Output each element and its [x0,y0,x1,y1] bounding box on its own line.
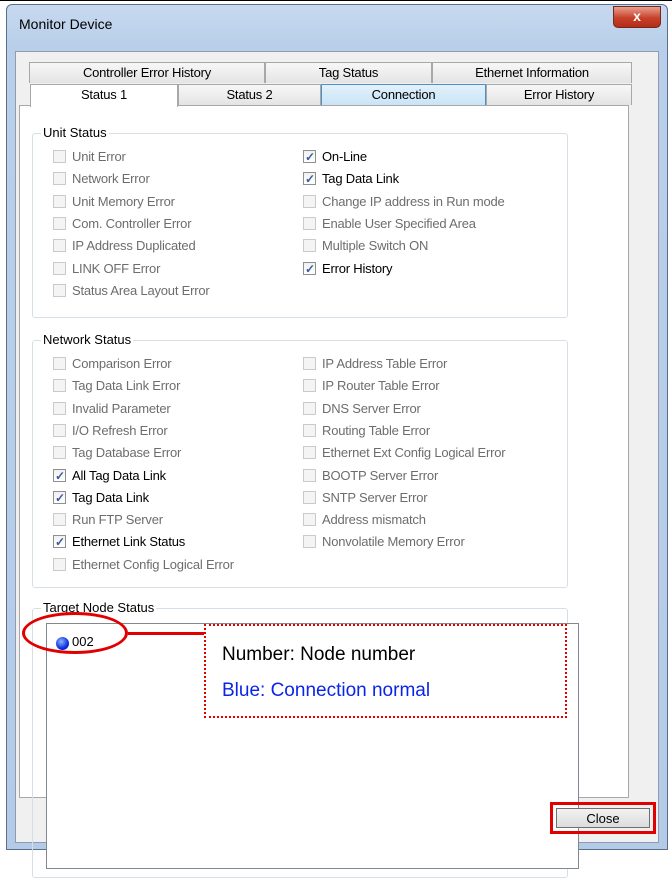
checkbox-label: Change IP address in Run mode [322,193,505,209]
tab-status-2[interactable]: Status 2 [178,84,321,105]
checkbox-box[interactable] [303,379,316,393]
checkbox-label: Status Area Layout Error [72,282,210,298]
checkbox-label: Multiple Switch ON [322,238,429,254]
checkbox-box[interactable] [53,557,66,571]
checkbox-label: IP Address Table Error [322,356,448,371]
tab-label: Ethernet Information [475,65,589,80]
checkbox-box[interactable] [53,489,66,507]
network-status-group: Network Status Comparison Error Tag Data … [32,332,568,588]
tab-connection[interactable]: Connection [321,84,486,105]
checkbox-label: I/O Refresh Error [72,422,168,438]
checkbox-box[interactable] [303,401,316,415]
checkbox-label: Com. Controller Error [72,215,192,231]
checkbox-label: Enable User Specified Area [322,215,476,231]
checkbox-box[interactable] [303,239,316,253]
top-border [0,0,672,1]
checkbox-box[interactable] [303,423,316,437]
checkbox-box[interactable] [53,379,66,393]
title-bar[interactable]: Monitor Device x [7,5,667,43]
checkbox-box[interactable] [303,170,316,188]
close-button-label: Close [586,811,620,826]
checkbox-label: Ethernet Config Logical Error [72,556,234,572]
checkbox-label: Tag Data Link [322,171,399,187]
checkbox-box[interactable] [53,150,66,163]
callout-connection-text: Blue: Connection normal [222,680,431,701]
checkbox-box[interactable] [53,172,66,186]
checkbox-box[interactable] [53,401,66,415]
checkbox-label: BOOTP Server Error [322,467,439,483]
close-button[interactable]: Close [556,808,650,828]
checkbox-box[interactable] [53,216,66,230]
network-status-title: Network Status [41,332,134,347]
tab-label: Status 2 [226,87,273,102]
checkbox-box[interactable] [53,423,66,437]
checkbox-label: Invalid Parameter [72,400,171,416]
window-title: Monitor Device [19,16,113,32]
checkbox-box[interactable] [53,283,66,297]
unit-status-title: Unit Status [41,125,109,140]
checkbox-label: Address mismatch [322,512,426,528]
tab-label: Tag Status [318,65,379,80]
checkbox-label: Unit Memory Error [72,193,175,209]
checkbox-box[interactable] [303,513,316,527]
checkbox-label: SNTP Server Error [322,489,428,505]
checkbox-box[interactable] [303,446,316,460]
checkbox-box[interactable] [53,467,66,485]
checkbox-label: IP Address Duplicated [72,238,196,254]
tab-ethernet-information[interactable]: Ethernet Information [432,62,632,83]
checkbox-box[interactable] [53,194,66,208]
checkbox-box[interactable] [53,239,66,253]
checkbox-label: Nonvolatile Memory Error [322,534,465,550]
callout-connector [128,632,204,635]
unit-status-group: Unit Status Unit Error Network Error Unit … [32,125,568,318]
checkbox-label: LINK OFF Error [72,260,161,276]
tab-error-history[interactable]: Error History [486,84,632,105]
checkbox-label: IP Router Table Error [322,378,440,394]
checkbox-label: Unit Error [72,149,126,164]
checkbox-box[interactable] [303,194,316,208]
annotation-callout: Number: Node number Blue: Connection nor… [204,624,567,718]
tab-tag-status[interactable]: Tag Status [265,62,432,83]
checkbox-box[interactable] [53,446,66,460]
close-button-highlight: Close [550,802,656,834]
checkbox-label: Ethernet Link Status [72,534,186,550]
checkbox-box[interactable] [303,148,316,166]
checkbox-label: Tag Data Link [72,489,149,505]
checkbox-label: Comparison Error [72,356,172,371]
checkbox-box[interactable] [303,535,316,549]
checkbox-box[interactable] [303,357,316,370]
tab-label: Error History [523,87,595,102]
checkbox-box[interactable] [303,216,316,230]
checkbox-box[interactable] [53,261,66,275]
checkbox-box[interactable] [303,260,316,278]
checkbox-label: All Tag Data Link [72,467,166,483]
checkbox-box[interactable] [53,533,66,551]
checkbox-label: Ethernet Ext Config Logical Error [322,445,506,461]
checkbox-label: Run FTP Server [72,512,163,528]
checkbox-label: Tag Data Link Error [72,378,181,394]
checkbox-label: Routing Table Error [322,422,430,438]
checkbox-label: On-Line [322,149,367,164]
callout-node-number-text: Number: Node number [222,644,416,665]
window-close-button[interactable]: x [613,6,661,28]
tab-label: Connection [371,87,436,102]
checkbox-label: Error History [322,260,393,276]
checkbox-label: DNS Server Error [322,400,421,416]
checkbox-box[interactable] [53,513,66,527]
tab-label: Controller Error History [82,65,212,80]
checkbox-label: Network Error [72,171,150,187]
checkbox-label: Tag Database Error [72,445,182,461]
close-icon: x [633,8,641,24]
checkbox-box[interactable] [53,357,66,370]
tab-status-1[interactable]: Status 1 [30,84,178,107]
tab-controller-error-history[interactable]: Controller Error History [29,62,265,83]
tab-label: Status 1 [80,87,128,102]
checkbox-box[interactable] [303,468,316,482]
node-highlight-ellipse [22,612,128,654]
checkbox-box[interactable] [303,490,316,504]
